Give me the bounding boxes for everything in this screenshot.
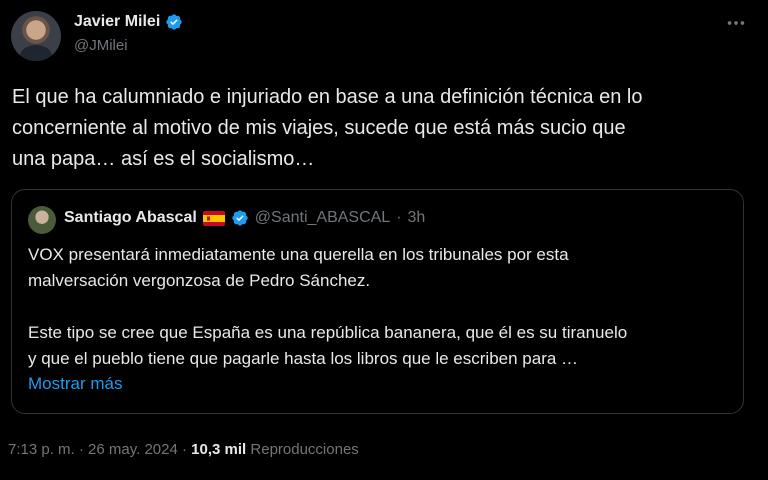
spain-flag-icon [202,210,225,226]
author-header[interactable]: Javier Milei [74,13,183,31]
tweet-date[interactable]: 26 may. 2024 [88,441,178,458]
author-avatar[interactable] [11,11,61,61]
quoted-line: y que el pueblo tiene que pagarle hasta … [28,349,579,368]
quoted-timestamp[interactable]: 3h [408,209,426,227]
quoted-tweet[interactable]: Santiago Abascal @Santi_ABASCAL · 3h VOX… [11,189,744,414]
quoted-paragraph: VOX presentará inmediatamente una querel… [28,242,733,294]
quoted-line: VOX presentará inmediatamente una querel… [28,245,569,264]
quoted-separator: · [396,209,402,226]
quoted-tweet-text: VOX presentará inmediatamente una querel… [28,242,733,372]
tweet-text: El que ha calumniado e injuriado en base… [12,82,732,175]
views-label: Reproducciones [250,441,359,458]
verified-badge-icon [166,14,182,30]
more-dots-icon [727,21,745,25]
quoted-line: malversación vergonzosa de Pedro Sánchez… [28,271,371,290]
meta-separator: · [78,441,84,458]
views-count: 10,3 mil [191,441,247,458]
quoted-author-name[interactable]: Santiago Abascal [64,209,197,227]
tweet-time[interactable]: 7:13 p. m. [8,441,75,458]
tweet-text-line: El que ha calumniado e injuriado en base… [12,86,643,108]
tweet-text-line: una papa… así es el socialismo… [12,148,315,170]
quoted-paragraph: Este tipo se cree que España es una repú… [28,320,733,372]
quoted-author-avatar[interactable] [28,206,56,234]
author-handle[interactable]: @JMilei [74,37,128,54]
more-horizontal-icon[interactable] [722,12,750,36]
quoted-line: Este tipo se cree que España es una repú… [28,323,628,342]
tweet-text-line: concerniente al motivo de mis viajes, su… [12,117,626,139]
author-name[interactable]: Javier Milei [74,13,160,31]
quoted-tweet-header: Santiago Abascal @Santi_ABASCAL · 3h [64,209,425,227]
quoted-verified-badge-icon [232,210,248,226]
show-more-link[interactable]: Mostrar más [28,374,122,394]
tweet-meta: 7:13 p. m. · 26 may. 2024 · 10,3 mil Rep… [8,441,359,458]
quoted-author-handle[interactable]: @Santi_ABASCAL [255,209,390,227]
meta-separator: · [182,441,187,458]
